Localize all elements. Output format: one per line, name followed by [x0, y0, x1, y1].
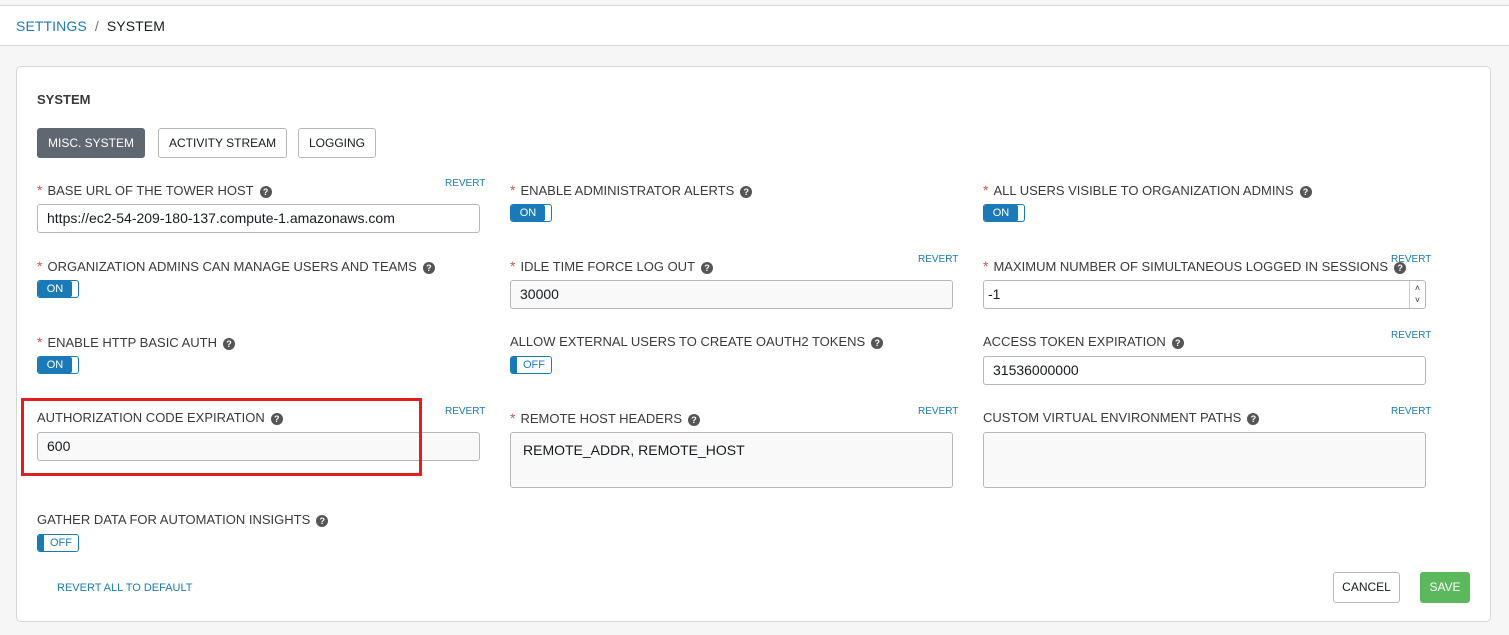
help-icon[interactable]: ?	[740, 186, 753, 198]
custom-venv-paths-label: CUSTOM VIRTUAL ENVIRONMENT PATHS?	[983, 410, 1260, 425]
panel-title: SYSTEM	[37, 92, 91, 107]
toggle-off-label: OFF	[44, 535, 78, 551]
breadcrumb-bar: SETTINGS / SYSTEM	[0, 6, 1509, 46]
system-settings-panel: SYSTEM MISC. SYSTEM ACTIVITY STREAM LOGG…	[16, 66, 1491, 622]
toggle-on-label: ON	[38, 281, 72, 297]
external-oauth-toggle[interactable]: OFF	[510, 356, 552, 374]
chevron-down-icon[interactable]: ˅	[1410, 294, 1425, 306]
required-mark: *	[983, 182, 989, 198]
help-icon[interactable]: ?	[688, 414, 701, 426]
required-mark: *	[37, 258, 43, 274]
tab-activity-stream[interactable]: ACTIVITY STREAM	[158, 128, 288, 158]
admin-alerts-toggle[interactable]: ON	[510, 204, 552, 222]
cancel-button[interactable]: CANCEL	[1333, 572, 1400, 603]
tab-misc-system[interactable]: MISC. SYSTEM	[37, 128, 146, 158]
max-sessions-label: * MAXIMUM NUMBER OF SIMULTANEOUS LOGGED I…	[983, 258, 1407, 274]
revert-all-to-default-link[interactable]: REVERT ALL TO DEFAULT	[57, 582, 193, 594]
required-mark: *	[510, 182, 516, 198]
admin-alerts-label: * ENABLE ADMINISTRATOR ALERTS?	[510, 182, 753, 198]
base-url-input[interactable]: https://ec2-54-209-180-137.compute-1.ama…	[37, 204, 480, 233]
toggle-on-label: ON	[38, 357, 72, 373]
help-icon[interactable]: ?	[422, 262, 435, 274]
save-button[interactable]: SAVE	[1420, 572, 1470, 603]
http-basic-auth-label: * ENABLE HTTP BASIC AUTH?	[37, 334, 235, 350]
required-mark: *	[510, 258, 516, 274]
help-icon[interactable]: ?	[1299, 186, 1312, 198]
idle-logout-input[interactable]: 30000	[510, 280, 953, 309]
idle-logout-label: * IDLE TIME FORCE LOG OUT?	[510, 258, 714, 274]
access-token-exp-input[interactable]: 31536000000	[983, 356, 1426, 385]
custom-venv-paths-textarea[interactable]	[983, 432, 1426, 488]
org-admins-manage-toggle[interactable]: ON	[37, 280, 79, 298]
org-admins-manage-label: * ORGANIZATION ADMINS CAN MANAGE USERS AN…	[37, 258, 435, 274]
toggle-on-label: ON	[984, 205, 1018, 221]
revert-base-url-link[interactable]: REVERT	[445, 178, 485, 189]
help-icon[interactable]: ?	[316, 515, 329, 527]
number-spinner[interactable]: ˄ ˅	[1409, 281, 1425, 308]
revert-max-sessions-link[interactable]: REVERT	[1391, 254, 1431, 265]
revert-idle-logout-link[interactable]: REVERT	[918, 254, 958, 265]
help-icon[interactable]: ?	[1171, 337, 1184, 349]
help-icon[interactable]: ?	[259, 186, 272, 198]
help-icon[interactable]: ?	[701, 262, 714, 274]
highlight-annotation-box	[21, 398, 422, 476]
max-sessions-value: -1	[988, 286, 1001, 302]
users-visible-toggle[interactable]: ON	[983, 204, 1025, 222]
required-mark: *	[983, 258, 989, 274]
revert-remote-host-link[interactable]: REVERT	[918, 406, 958, 417]
automation-insights-label: GATHER DATA FOR AUTOMATION INSIGHTS?	[37, 512, 329, 527]
access-token-exp-label: ACCESS TOKEN EXPIRATION?	[983, 334, 1184, 349]
users-visible-label: * ALL USERS VISIBLE TO ORGANIZATION ADMIN…	[983, 182, 1312, 198]
external-oauth-label: ALLOW EXTERNAL USERS TO CREATE OAUTH2 TO…	[510, 334, 884, 349]
chevron-up-icon[interactable]: ˄	[1410, 282, 1425, 294]
breadcrumb-settings-link[interactable]: SETTINGS	[16, 18, 87, 34]
help-icon[interactable]: ?	[871, 337, 884, 349]
remote-host-headers-textarea[interactable]: REMOTE_ADDR, REMOTE_HOST	[510, 432, 953, 488]
revert-access-token-link[interactable]: REVERT	[1391, 330, 1431, 341]
help-icon[interactable]: ?	[222, 338, 235, 350]
base-url-label: * BASE URL OF THE TOWER HOST?	[37, 182, 272, 198]
breadcrumb-separator: /	[94, 18, 99, 34]
required-mark: *	[37, 182, 43, 198]
toggle-off-label: OFF	[517, 357, 551, 373]
required-mark: *	[37, 334, 43, 350]
remote-host-headers-label: * REMOTE HOST HEADERS?	[510, 410, 701, 426]
tab-logging[interactable]: LOGGING	[298, 128, 377, 158]
breadcrumb-current: SYSTEM	[106, 18, 165, 34]
toggle-on-label: ON	[511, 205, 545, 221]
breadcrumb: SETTINGS / SYSTEM	[16, 18, 165, 34]
http-basic-auth-toggle[interactable]: ON	[37, 356, 79, 374]
automation-insights-toggle[interactable]: OFF	[37, 534, 79, 552]
revert-auth-code-link[interactable]: REVERT	[445, 406, 485, 417]
help-icon[interactable]: ?	[1247, 413, 1260, 425]
max-sessions-number-input[interactable]: -1 ˄ ˅	[983, 280, 1426, 309]
revert-custom-venv-link[interactable]: REVERT	[1391, 406, 1431, 417]
required-mark: *	[510, 410, 516, 426]
